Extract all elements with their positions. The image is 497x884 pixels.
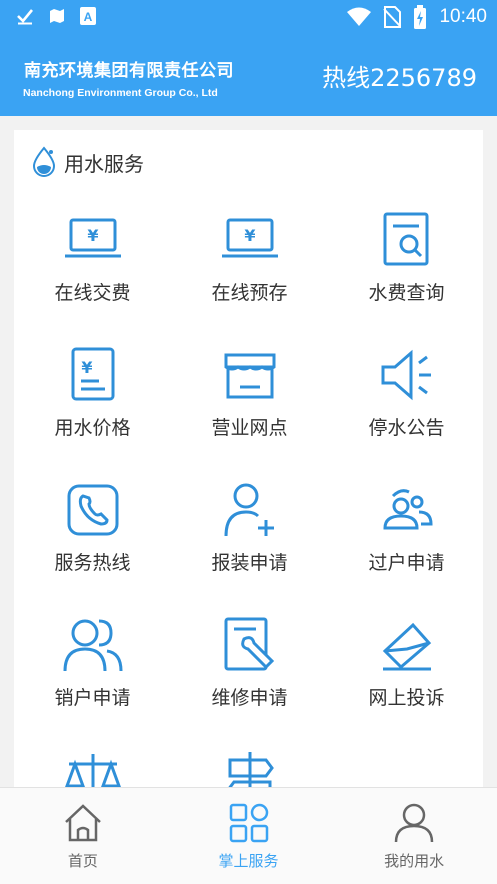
add-user-icon <box>224 483 274 537</box>
svg-text:¥: ¥ <box>81 358 92 377</box>
phone-icon <box>67 484 118 536</box>
water-drop-icon <box>32 146 56 177</box>
bottom-tab-bar: 首页 掌上服务 我的用水 <box>0 787 497 884</box>
service-transfer-application[interactable]: 过户申请 <box>328 476 483 611</box>
service-bill-query[interactable]: 水费查询 <box>328 206 483 341</box>
section-title: 用水服务 <box>64 151 144 176</box>
service-label: 在线交费 <box>54 282 131 304</box>
service-label: 在线预存 <box>211 282 288 304</box>
service-hotline[interactable]: 服务热线 <box>14 476 171 611</box>
service-label: 服务热线 <box>54 552 131 574</box>
svg-text:A: A <box>84 10 93 24</box>
service-account-cancellation[interactable]: 销户申请 <box>14 611 171 746</box>
battery-charging-icon <box>414 5 427 29</box>
laptop-yen-icon: ¥ <box>221 218 278 258</box>
service-label: 报装申请 <box>211 552 288 574</box>
service-label: 用水价格 <box>54 417 131 439</box>
service-online-complaint[interactable]: 网上投诉 <box>328 611 483 746</box>
service-outage-notice[interactable]: 停水公告 <box>328 341 483 476</box>
tab-my-water[interactable]: 我的用水 <box>331 788 497 884</box>
section-header: 用水服务 <box>30 146 144 178</box>
grid-icon <box>229 803 268 843</box>
company-name-english: Nanchong Environment Group Co., Ltd <box>23 87 218 99</box>
speaker-icon <box>381 349 431 401</box>
service-label: 停水公告 <box>368 417 445 439</box>
service-installation-application[interactable]: 报装申请 <box>171 476 328 611</box>
service-item-scales[interactable] <box>14 746 171 790</box>
scales-icon <box>64 754 121 790</box>
font-a-icon: A <box>80 7 96 25</box>
services-grid: ¥ 在线交费 ¥ 在线预存 水费查询 ¥ 用水价格 营业网点 停水公告 服务热线… <box>14 206 483 790</box>
document-search-icon <box>383 212 428 266</box>
two-users-icon <box>63 619 122 672</box>
svg-text:¥: ¥ <box>87 226 98 245</box>
user-group-icon <box>382 489 433 530</box>
service-online-payment[interactable]: ¥ 在线交费 <box>14 206 171 341</box>
tab-label: 我的用水 <box>384 852 445 870</box>
service-label: 水费查询 <box>368 282 445 304</box>
hotline-link[interactable]: 热线2256789 <box>322 58 477 93</box>
envelope-icon <box>382 622 431 671</box>
home-icon <box>64 804 101 842</box>
signpost-icon <box>225 752 274 790</box>
service-water-price[interactable]: ¥ 用水价格 <box>14 341 171 476</box>
status-bar: A 10:40 <box>0 0 497 36</box>
tab-home[interactable]: 首页 <box>0 788 166 884</box>
service-repair-application[interactable]: 维修申请 <box>171 611 328 746</box>
service-branch-locations[interactable]: 营业网点 <box>171 341 328 476</box>
app-header: 南充环境集团有限责任公司 Nanchong Environment Group … <box>0 36 497 116</box>
service-label: 网上投诉 <box>368 687 445 709</box>
service-label: 营业网点 <box>211 417 288 439</box>
service-online-prestore[interactable]: ¥ 在线预存 <box>171 206 328 341</box>
tab-label: 掌上服务 <box>218 852 279 870</box>
laptop-yen-icon: ¥ <box>64 218 121 258</box>
storefront-icon <box>224 353 275 399</box>
company-name: 南充环境集团有限责任公司 <box>24 61 234 81</box>
wifi-icon <box>347 7 372 26</box>
check-icon <box>17 9 34 25</box>
price-sheet-icon: ¥ <box>71 347 114 401</box>
tab-mobile-services[interactable]: 掌上服务 <box>166 788 332 884</box>
clock: 10:40 <box>439 6 487 27</box>
user-icon <box>394 803 434 843</box>
service-item-signpost[interactable] <box>171 746 328 790</box>
no-sim-icon <box>383 6 402 28</box>
service-label: 过户申请 <box>368 552 445 574</box>
service-label: 销户申请 <box>54 687 131 709</box>
tab-label: 首页 <box>67 852 98 870</box>
repair-document-icon <box>224 617 274 671</box>
map-icon <box>50 9 64 23</box>
water-services-card: 用水服务 ¥ 在线交费 ¥ 在线预存 水费查询 ¥ 用水价格 营业网点 停水公告… <box>14 130 483 790</box>
svg-text:¥: ¥ <box>244 226 255 245</box>
service-label: 维修申请 <box>211 687 288 709</box>
